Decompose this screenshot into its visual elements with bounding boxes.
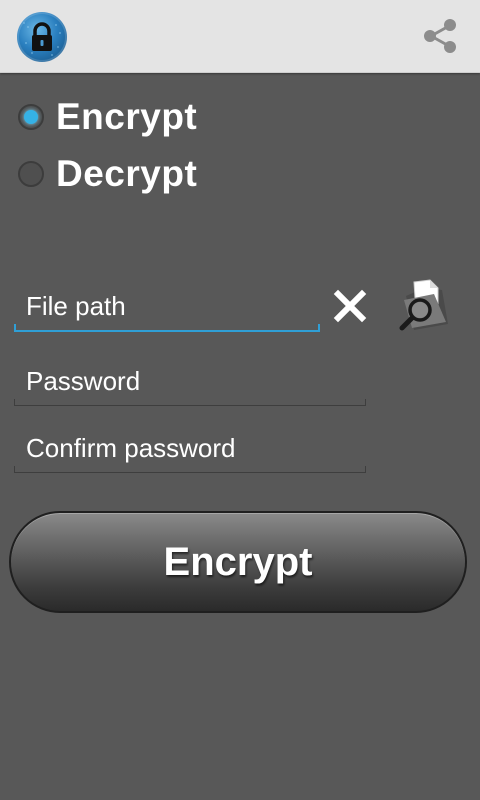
action-bar <box>0 0 480 73</box>
radio-label-encrypt: Encrypt <box>56 96 198 137</box>
password-input[interactable]: Password <box>14 358 366 406</box>
radio-encrypt[interactable]: Encrypt <box>18 92 197 142</box>
close-icon <box>333 289 367 323</box>
radio-label-decrypt: Decrypt <box>56 153 198 194</box>
confirm-password-placeholder: Confirm password <box>26 433 236 463</box>
password-placeholder: Password <box>26 366 141 396</box>
file-path-placeholder: File path <box>26 291 126 321</box>
folder-search-icon <box>399 279 448 331</box>
browse-file-button[interactable] <box>394 274 454 334</box>
file-path-input[interactable]: File path <box>14 284 320 332</box>
share-button[interactable] <box>420 16 460 56</box>
share-icon <box>424 19 456 53</box>
radio-button-encrypt[interactable] <box>18 104 44 130</box>
encrypt-button[interactable]: Encrypt <box>9 511 467 613</box>
confirm-password-input[interactable]: Confirm password <box>14 425 366 473</box>
encrypt-button-label: Encrypt <box>163 539 313 584</box>
radio-decrypt[interactable]: Decrypt <box>18 149 197 199</box>
clear-file-path-button[interactable] <box>332 288 368 324</box>
lock-icon <box>23 22 61 56</box>
app-logo[interactable] <box>17 12 67 62</box>
radio-button-decrypt[interactable] <box>18 161 44 187</box>
